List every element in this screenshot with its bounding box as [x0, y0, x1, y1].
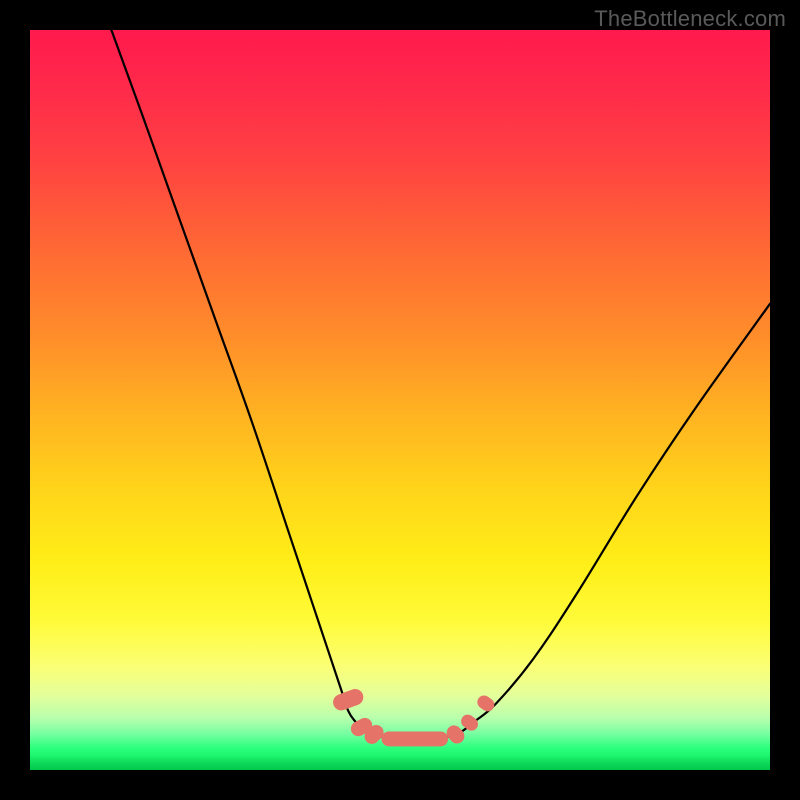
trough-marker: [475, 693, 497, 714]
trough-marker: [382, 732, 449, 747]
chart-frame: TheBottleneck.com: [0, 0, 800, 800]
curve-svg: [30, 30, 770, 770]
plot-area: [30, 30, 770, 770]
curve-path: [111, 30, 770, 739]
marker-group: [331, 687, 497, 747]
watermark-text: TheBottleneck.com: [594, 6, 786, 32]
trough-marker: [458, 712, 480, 733]
bottleneck-curve: [111, 30, 770, 739]
